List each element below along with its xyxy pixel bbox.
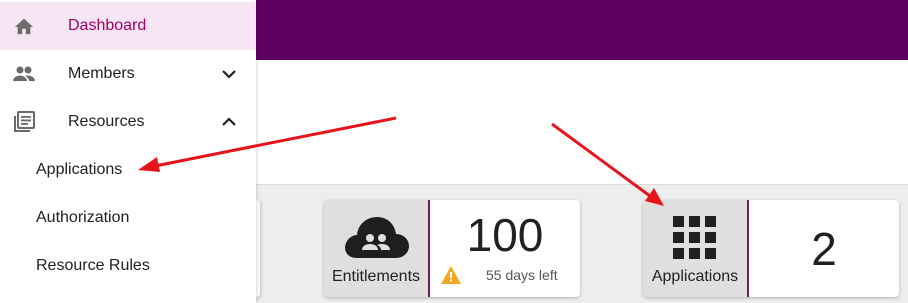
applications-body: 2	[749, 200, 899, 297]
sidebar-subitem-applications[interactable]: Applications	[0, 146, 256, 194]
applications-value: 2	[811, 223, 837, 275]
sidebar-item-dashboard[interactable]: Dashboard	[0, 2, 256, 50]
sidebar-subitem-label: Resource Rules	[36, 257, 150, 274]
sidebar-item-label: Members	[68, 65, 135, 82]
sidebar-item-resources[interactable]: Resources	[0, 98, 256, 146]
sidebar-subitem-authorization[interactable]: Authorization	[0, 194, 256, 242]
library-icon	[12, 110, 36, 134]
sidebar: Dashboard Members Resources Applications	[0, 0, 256, 303]
app-bar	[256, 0, 908, 60]
applications-tile: Applications	[643, 200, 749, 297]
entitlements-status: 55 days left	[440, 264, 558, 286]
page: Dashboard Members Resources Applications	[0, 0, 908, 303]
entitlements-status-text: 55 days left	[486, 267, 558, 283]
applications-label: Applications	[651, 268, 739, 285]
sidebar-subitem-resource-rules[interactable]: Resource Rules	[0, 242, 256, 290]
sidebar-item-label: Resources	[68, 113, 145, 130]
sidebar-subitem-label: Authorization	[36, 209, 130, 226]
people-icon	[12, 62, 36, 86]
home-icon	[12, 14, 36, 38]
sidebar-item-label: Dashboard	[68, 17, 147, 34]
entitlements-tile: Entitlements	[324, 200, 430, 297]
chevron-down-icon[interactable]	[218, 63, 240, 85]
warning-icon	[440, 265, 462, 285]
entitlements-body: 100 55 days left	[430, 200, 580, 297]
sidebar-item-members[interactable]: Members	[0, 50, 256, 98]
applications-card[interactable]: Applications 2	[643, 200, 899, 297]
grid-icon	[673, 216, 717, 265]
cloud-people-icon	[343, 214, 409, 265]
sidebar-subitem-label: Applications	[36, 161, 123, 178]
entitlements-card[interactable]: Entitlements 100 55 days left	[324, 200, 580, 297]
entitlements-value: 100	[466, 209, 544, 261]
chevron-up-icon[interactable]	[218, 111, 240, 133]
entitlements-label: Entitlements	[331, 268, 421, 285]
